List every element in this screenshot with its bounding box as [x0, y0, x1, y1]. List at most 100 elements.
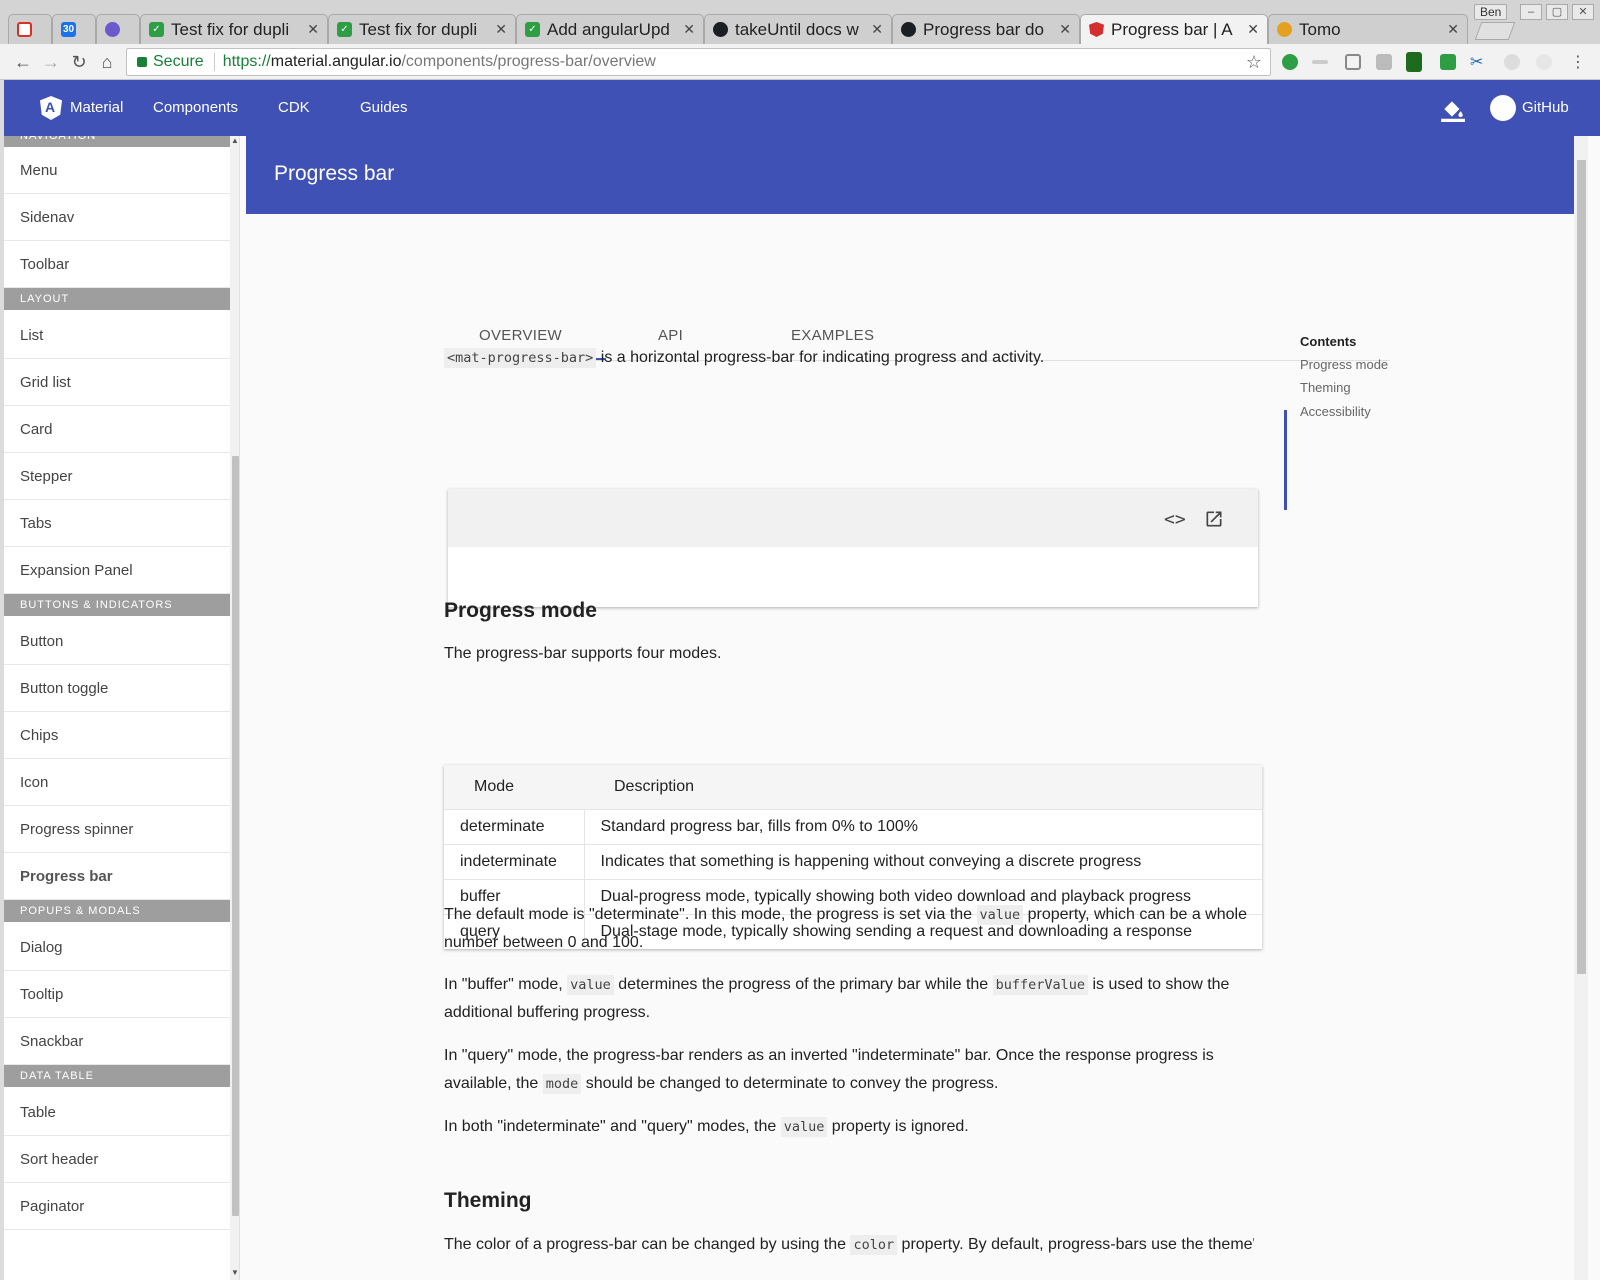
scroll-down-arrow-icon[interactable]: ▼: [230, 1268, 239, 1280]
theme-picker-icon[interactable]: [1440, 96, 1466, 122]
menu-icon[interactable]: ⋮: [1570, 52, 1586, 71]
sidebar-item-tooltip[interactable]: Tooltip: [4, 971, 230, 1018]
minimize-button[interactable]: –: [1520, 4, 1542, 20]
table-cell-mode: determinate: [444, 808, 585, 844]
extension-icon[interactable]: [1440, 54, 1456, 70]
sidebar-item-progress-bar[interactable]: Progress bar: [4, 853, 230, 900]
url-path: /components/progress-bar/overview: [401, 53, 656, 70]
text: property. By default, progress-bars use …: [897, 1236, 1254, 1253]
tab-test-fix-1[interactable]: ✓ Test fix for dupli ✕: [140, 14, 328, 44]
sidebar-item-paginator[interactable]: Paginator: [4, 1183, 230, 1230]
table-header-row: Mode Description: [444, 765, 1262, 809]
close-icon[interactable]: ✕: [1447, 21, 1459, 38]
tab-takeuntil[interactable]: takeUntil docs w ✕: [704, 14, 892, 44]
sidebar-item-dialog[interactable]: Dialog: [4, 924, 230, 971]
extension-icon[interactable]: [1312, 60, 1328, 64]
sidebar-item-icon[interactable]: Icon: [4, 759, 230, 806]
url-scheme: https://: [222, 53, 271, 70]
page-scrollbar-thumb[interactable]: [1577, 160, 1586, 974]
brand-link[interactable]: Material: [70, 99, 123, 116]
nav-cdk[interactable]: CDK: [278, 99, 310, 116]
paragraph-query: In "query" mode, the progress-bar render…: [444, 1042, 1254, 1098]
sidebar-item-sidenav[interactable]: Sidenav: [4, 194, 230, 241]
sidebar-item-grid-list[interactable]: Grid list: [4, 359, 230, 406]
tab-progress-bar-angular[interactable]: Progress bar | A ✕: [1080, 14, 1268, 44]
open-in-new-icon[interactable]: [1204, 509, 1224, 529]
back-icon[interactable]: ←: [12, 51, 34, 73]
sidebar-item-expansion-panel[interactable]: Expansion Panel: [4, 547, 230, 594]
tab-overview[interactable]: OVERVIEW: [479, 327, 562, 344]
extension-icon[interactable]: [1345, 54, 1361, 70]
github-link[interactable]: GitHub: [1522, 99, 1569, 116]
sidebar-item-progress-spinner[interactable]: Progress spinner: [4, 806, 230, 853]
close-icon[interactable]: ✕: [307, 21, 319, 38]
nav-components[interactable]: Components: [153, 99, 238, 116]
extension-icon[interactable]: [1504, 54, 1520, 70]
inline-code: color: [850, 1235, 898, 1255]
close-icon[interactable]: ✕: [1247, 21, 1259, 38]
divider: [213, 53, 215, 71]
address-bar[interactable]: Secure https://material.angular.io/compo…: [126, 48, 1271, 76]
scroll-up-arrow-icon[interactable]: ▲: [230, 136, 239, 148]
sidebar-item-chips[interactable]: Chips: [4, 712, 230, 759]
tab-progress-bar-docs[interactable]: Progress bar do ✕: [892, 14, 1080, 44]
close-window-button[interactable]: ✕: [1572, 4, 1594, 20]
gmail-icon: [17, 22, 32, 37]
sidebar-item-button[interactable]: Button: [4, 618, 230, 665]
reload-icon[interactable]: ↻: [68, 51, 90, 73]
sidebar-item-card[interactable]: Card: [4, 406, 230, 453]
close-icon[interactable]: ✕: [495, 21, 507, 38]
text: The color of a progress-bar can be chang…: [444, 1236, 851, 1253]
inline-code: bufferValue: [992, 975, 1089, 995]
toc-link-progress-mode[interactable]: Progress mode: [1300, 357, 1388, 372]
tab-tomo[interactable]: Tomo ✕: [1268, 14, 1468, 44]
sidebar-item-tabs[interactable]: Tabs: [4, 500, 230, 547]
tab-angular-update[interactable]: ✓ Add angularUpd ✕: [516, 14, 704, 44]
maximize-button[interactable]: ▢: [1546, 4, 1568, 20]
sidebar-item-snackbar[interactable]: Snackbar: [4, 1018, 230, 1065]
tab-extension[interactable]: [96, 14, 140, 44]
page-title: Progress bar: [274, 162, 395, 185]
check-icon: ✓: [525, 22, 540, 37]
url-host: material.angular.io: [270, 53, 402, 70]
view-source-code-icon[interactable]: <>: [1164, 509, 1186, 530]
sidebar-scrollbar-thumb[interactable]: [232, 456, 239, 1216]
scissors-icon[interactable]: ✂: [1470, 52, 1486, 71]
tab-title: Progress bar do: [923, 19, 1044, 39]
page-header: Progress bar: [246, 136, 1574, 214]
close-icon[interactable]: ✕: [683, 21, 695, 38]
extension-icon[interactable]: [1536, 54, 1552, 70]
toc-link-accessibility[interactable]: Accessibility: [1300, 404, 1371, 419]
home-icon[interactable]: ⌂: [96, 51, 118, 73]
app-toolbar: A Material Components CDK Guides GitHub: [4, 80, 1600, 136]
new-tab-button[interactable]: [1474, 22, 1516, 40]
extension-icon[interactable]: [1282, 54, 1298, 70]
close-icon[interactable]: ✕: [1059, 21, 1071, 38]
extension-icon[interactable]: [1376, 54, 1392, 70]
sidebar-item-table[interactable]: Table: [4, 1089, 230, 1136]
github-icon[interactable]: [1490, 95, 1516, 121]
tab-examples[interactable]: EXAMPLES: [791, 327, 874, 344]
tab-calendar[interactable]: 30: [52, 14, 96, 44]
tab-test-fix-2[interactable]: ✓ Test fix for dupli ✕: [328, 14, 516, 44]
profile-button[interactable]: Ben: [1474, 4, 1508, 20]
sidebar-item-sort-header[interactable]: Sort header: [4, 1136, 230, 1183]
tab-gmail[interactable]: [8, 14, 52, 44]
close-icon[interactable]: ✕: [871, 21, 883, 38]
inline-code: value: [567, 975, 614, 995]
text: In both "indeterminate" and "query" mode…: [444, 1118, 781, 1135]
nav-guides[interactable]: Guides: [360, 99, 408, 116]
github-icon: [901, 22, 916, 37]
sidebar-item-button-toggle[interactable]: Button toggle: [4, 665, 230, 712]
bookmark-star-icon[interactable]: ☆: [1246, 52, 1262, 73]
sidebar-section-data-table: DATA TABLE: [4, 1065, 230, 1087]
toc-link-theming[interactable]: Theming: [1300, 380, 1351, 395]
sidebar-item-list[interactable]: List: [4, 312, 230, 359]
paragraph-theming: The color of a progress-bar can be chang…: [444, 1231, 1254, 1259]
extension-icon[interactable]: [1406, 52, 1422, 72]
sidebar-item-menu[interactable]: Menu: [4, 147, 230, 194]
sidebar-item-stepper[interactable]: Stepper: [4, 453, 230, 500]
sidebar-item-toolbar[interactable]: Toolbar: [4, 241, 230, 288]
forward-icon[interactable]: →: [40, 51, 62, 73]
tab-api[interactable]: API: [658, 327, 683, 344]
